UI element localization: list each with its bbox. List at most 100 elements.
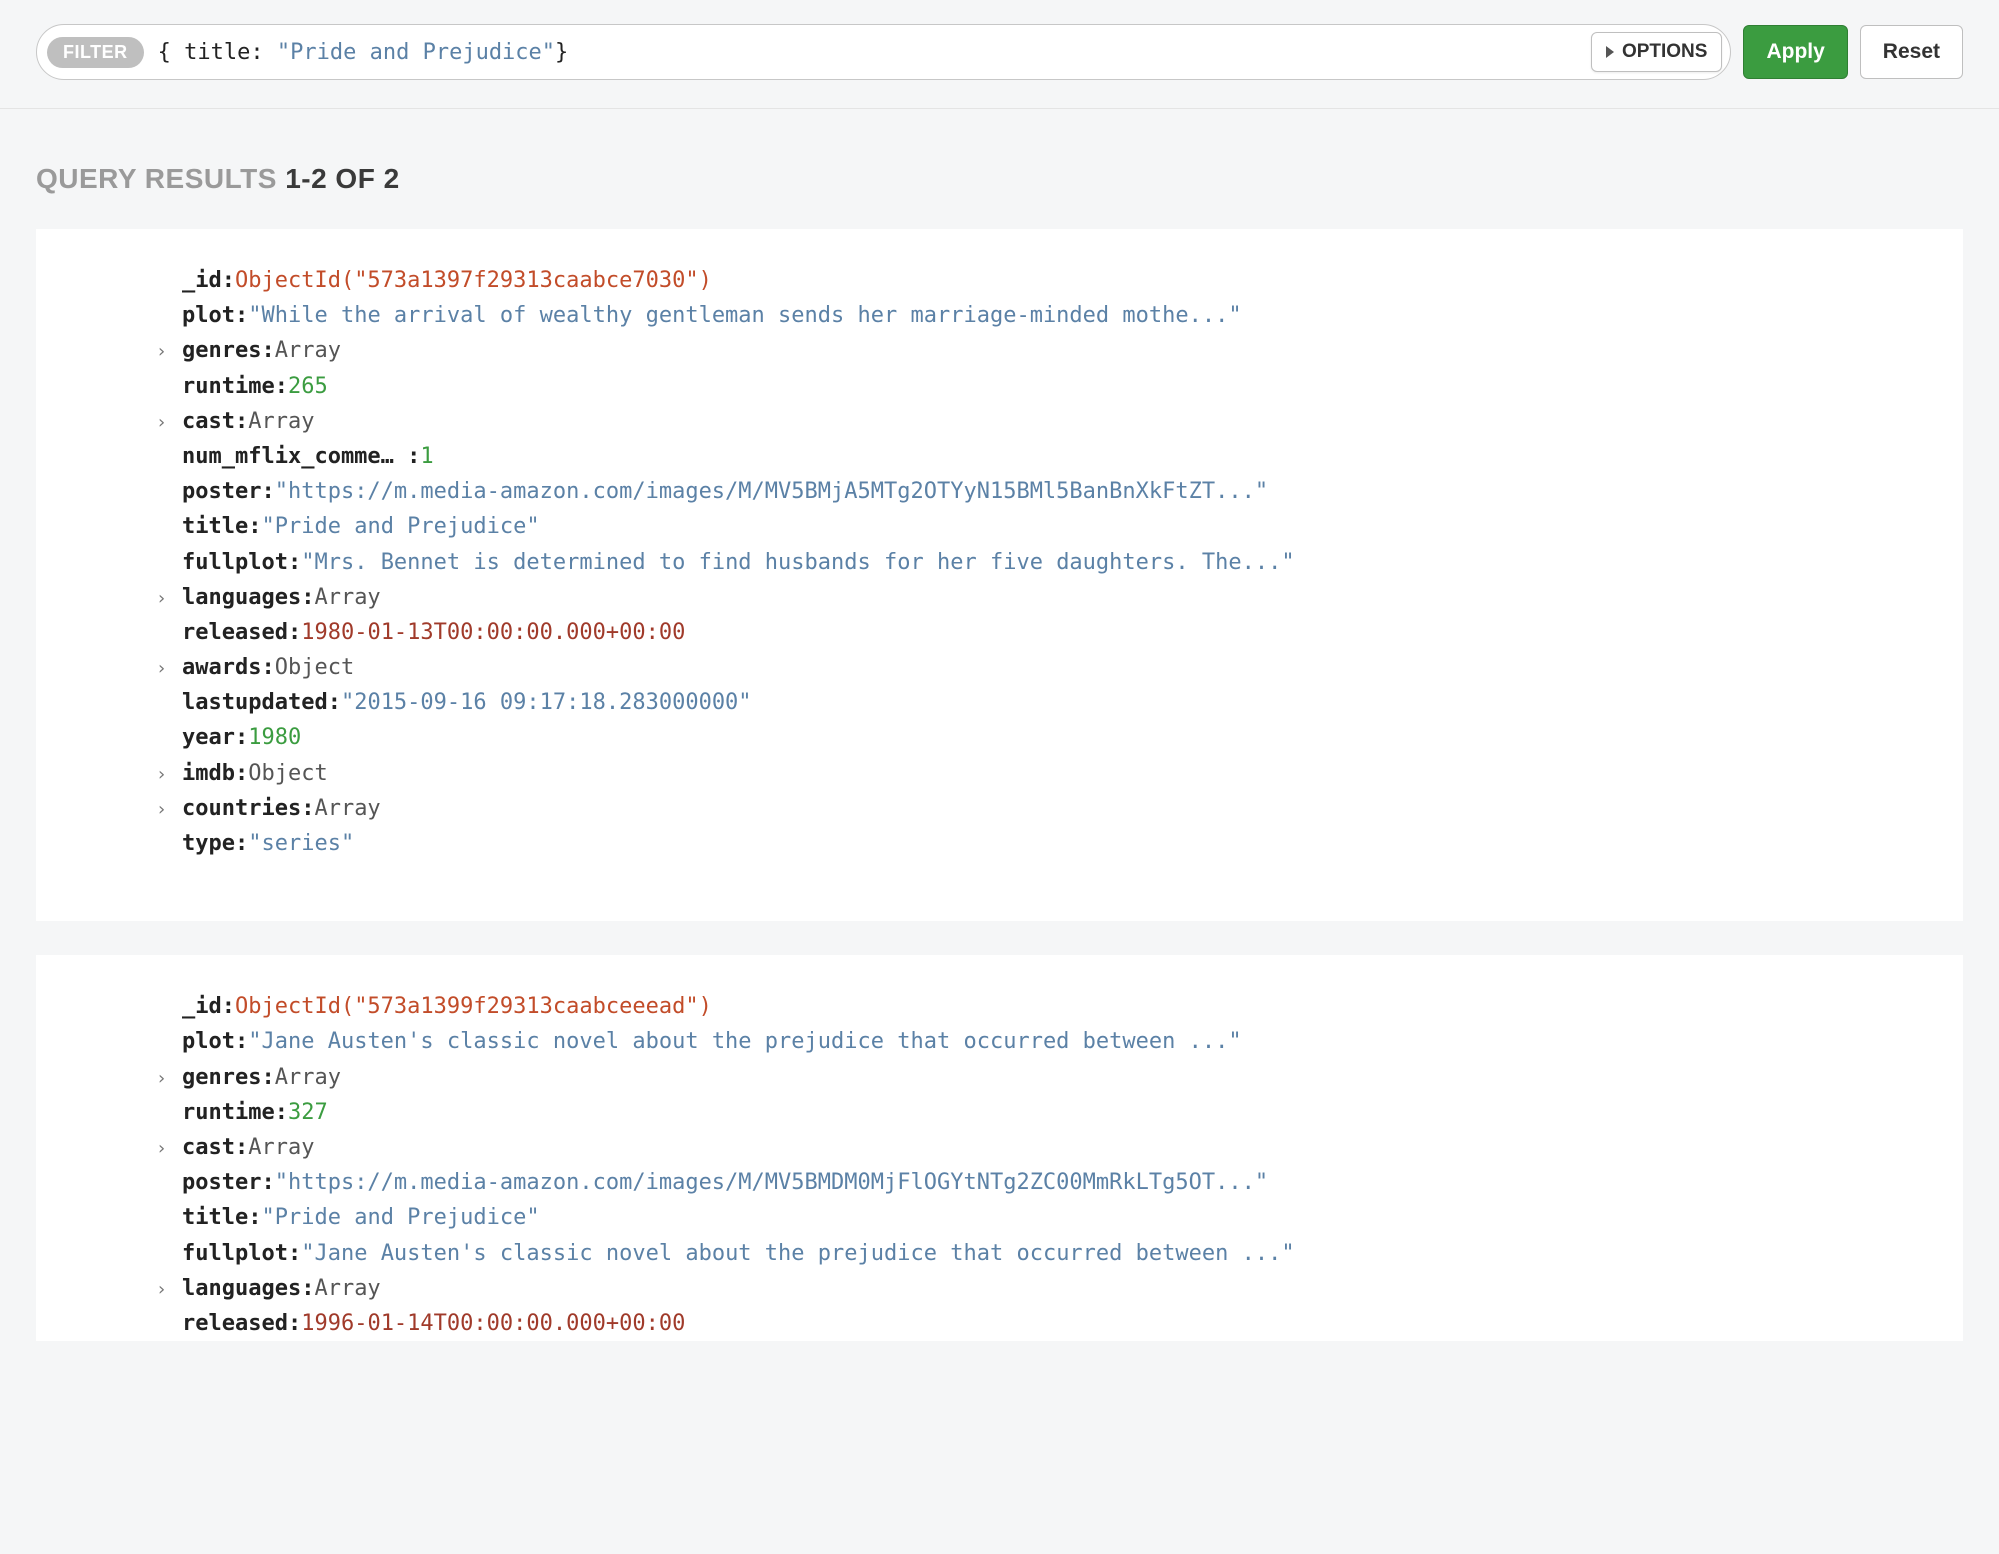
field-key: lastupdated: — [182, 685, 341, 720]
field-row: type: "series" — [56, 826, 1943, 861]
field-value: "Pride and Prejudice" — [261, 1200, 539, 1235]
expand-icon[interactable]: › — [156, 1135, 167, 1164]
field-value: ObjectId("573a1399f29313caabceeead") — [235, 989, 712, 1024]
field-key: fullplot: — [182, 545, 301, 580]
field-value: "Jane Austen's classic novel about the p… — [301, 1236, 1294, 1271]
options-button[interactable]: OPTIONS — [1591, 32, 1723, 72]
field-value: "While the arrival of wealthy gentleman … — [248, 298, 1241, 333]
field-row: fullplot: "Jane Austen's classic novel a… — [56, 1236, 1943, 1271]
query-brace-close: } — [555, 40, 568, 65]
field-value: "2015-09-16 09:17:18.283000000" — [341, 685, 752, 720]
field-key: runtime: — [182, 369, 288, 404]
field-key: plot: — [182, 1024, 248, 1059]
field-value: "series" — [248, 826, 354, 861]
field-row: › cast: Array — [56, 1130, 1943, 1165]
field-key: cast: — [182, 1130, 248, 1165]
field-key: released: — [182, 615, 301, 650]
field-row: runtime: 265 — [56, 369, 1943, 404]
field-row: runtime: 327 — [56, 1095, 1943, 1130]
field-row: › imdb: Object — [56, 756, 1943, 791]
field-key: title: — [182, 509, 261, 544]
field-key: fullplot: — [182, 1236, 301, 1271]
field-value: ObjectId("573a1397f29313caabce7030") — [235, 263, 712, 298]
field-row: poster: "https://m.media-amazon.com/imag… — [56, 1165, 1943, 1200]
expand-icon[interactable]: › — [156, 585, 167, 614]
field-row: poster: "https://m.media-amazon.com/imag… — [56, 474, 1943, 509]
field-row: › countries: Array — [56, 791, 1943, 826]
expand-icon[interactable]: › — [156, 338, 167, 367]
expand-icon[interactable]: › — [156, 655, 167, 684]
field-value: "https://m.media-amazon.com/images/M/MV5… — [275, 474, 1268, 509]
query-key: title: — [184, 40, 263, 65]
field-row: plot: "While the arrival of wealthy gent… — [56, 298, 1943, 333]
field-value: 327 — [288, 1095, 328, 1130]
expand-icon[interactable]: › — [156, 796, 167, 825]
field-value: Array — [275, 333, 341, 368]
field-key: year: — [182, 720, 248, 755]
field-row: › languages: Array — [56, 1271, 1943, 1306]
field-value: 1980 — [248, 720, 301, 755]
field-row: fullplot: "Mrs. Bennet is determined to … — [56, 545, 1943, 580]
document-card: _id: ObjectId("573a1397f29313caabce7030"… — [36, 229, 1963, 921]
field-value: "https://m.media-amazon.com/images/M/MV5… — [275, 1165, 1268, 1200]
field-key: genres: — [182, 1060, 275, 1095]
field-value: 265 — [288, 369, 328, 404]
field-row: › genres: Array — [56, 333, 1943, 368]
filter-input[interactable]: FILTER { title: "Pride and Prejudice"} O… — [36, 24, 1731, 80]
filter-pill: FILTER — [47, 37, 144, 68]
field-row: _id: ObjectId("573a1397f29313caabce7030"… — [56, 263, 1943, 298]
field-key: poster: — [182, 1165, 275, 1200]
field-key: imdb: — [182, 756, 248, 791]
field-key: awards: — [182, 650, 275, 685]
field-value: Array — [314, 791, 380, 826]
field-value: "Pride and Prejudice" — [261, 509, 539, 544]
field-value: 1 — [420, 439, 433, 474]
field-value: Array — [248, 1130, 314, 1165]
field-key: released: — [182, 1306, 301, 1341]
field-row: released: 1996-01-14T00:00:00.000+00:00 — [56, 1306, 1943, 1341]
field-row: ›languages: Array — [56, 580, 1943, 615]
field-row: title: "Pride and Prejudice" — [56, 509, 1943, 544]
field-row: › awards: Object — [56, 650, 1943, 685]
field-row: ›cast: Array — [56, 404, 1943, 439]
field-row: num_mflix_comme… : 1 — [56, 439, 1943, 474]
results-header: QUERY RESULTS 1-2 OF 2 — [0, 109, 1999, 195]
field-key: num_mflix_comme… : — [182, 439, 420, 474]
field-value: 1996-01-14T00:00:00.000+00:00 — [301, 1306, 685, 1341]
expand-icon[interactable]: › — [156, 409, 167, 438]
field-row: lastupdated: "2015-09-16 09:17:18.283000… — [56, 685, 1943, 720]
query-value: "Pride and Prejudice" — [277, 40, 555, 65]
field-key: genres: — [182, 333, 275, 368]
filter-query-text[interactable]: { title: "Pride and Prejudice"} — [144, 40, 1591, 65]
field-value: Object — [275, 650, 354, 685]
field-row: _id: ObjectId("573a1399f29313caabceeead"… — [56, 989, 1943, 1024]
field-row: ›genres: Array — [56, 1060, 1943, 1095]
field-key: cast: — [182, 404, 248, 439]
field-key: runtime: — [182, 1095, 288, 1130]
field-key: languages: — [182, 1271, 314, 1306]
documents-container: _id: ObjectId("573a1397f29313caabce7030"… — [0, 229, 1999, 1341]
field-value: Object — [248, 756, 327, 791]
field-key: languages: — [182, 580, 314, 615]
field-key: plot: — [182, 298, 248, 333]
field-key: poster: — [182, 474, 275, 509]
field-row: plot: "Jane Austen's classic novel about… — [56, 1024, 1943, 1059]
field-key: _id: — [182, 263, 235, 298]
expand-icon[interactable]: › — [156, 1065, 167, 1094]
reset-button[interactable]: Reset — [1860, 25, 1963, 79]
field-value: Array — [314, 1271, 380, 1306]
apply-button[interactable]: Apply — [1743, 25, 1847, 79]
results-range: 1-2 OF 2 — [285, 163, 399, 194]
caret-right-icon — [1606, 46, 1614, 58]
query-brace-open: { — [158, 40, 185, 65]
field-value: 1980-01-13T00:00:00.000+00:00 — [301, 615, 685, 650]
field-row: title: "Pride and Prejudice" — [56, 1200, 1943, 1235]
expand-icon[interactable]: › — [156, 761, 167, 790]
expand-icon[interactable]: › — [156, 1276, 167, 1305]
field-row: year: 1980 — [56, 720, 1943, 755]
field-key: countries: — [182, 791, 314, 826]
filter-bar: FILTER { title: "Pride and Prejudice"} O… — [0, 0, 1999, 109]
options-label: OPTIONS — [1622, 41, 1708, 63]
field-value: "Jane Austen's classic novel about the p… — [248, 1024, 1241, 1059]
results-label: QUERY RESULTS — [36, 163, 277, 194]
